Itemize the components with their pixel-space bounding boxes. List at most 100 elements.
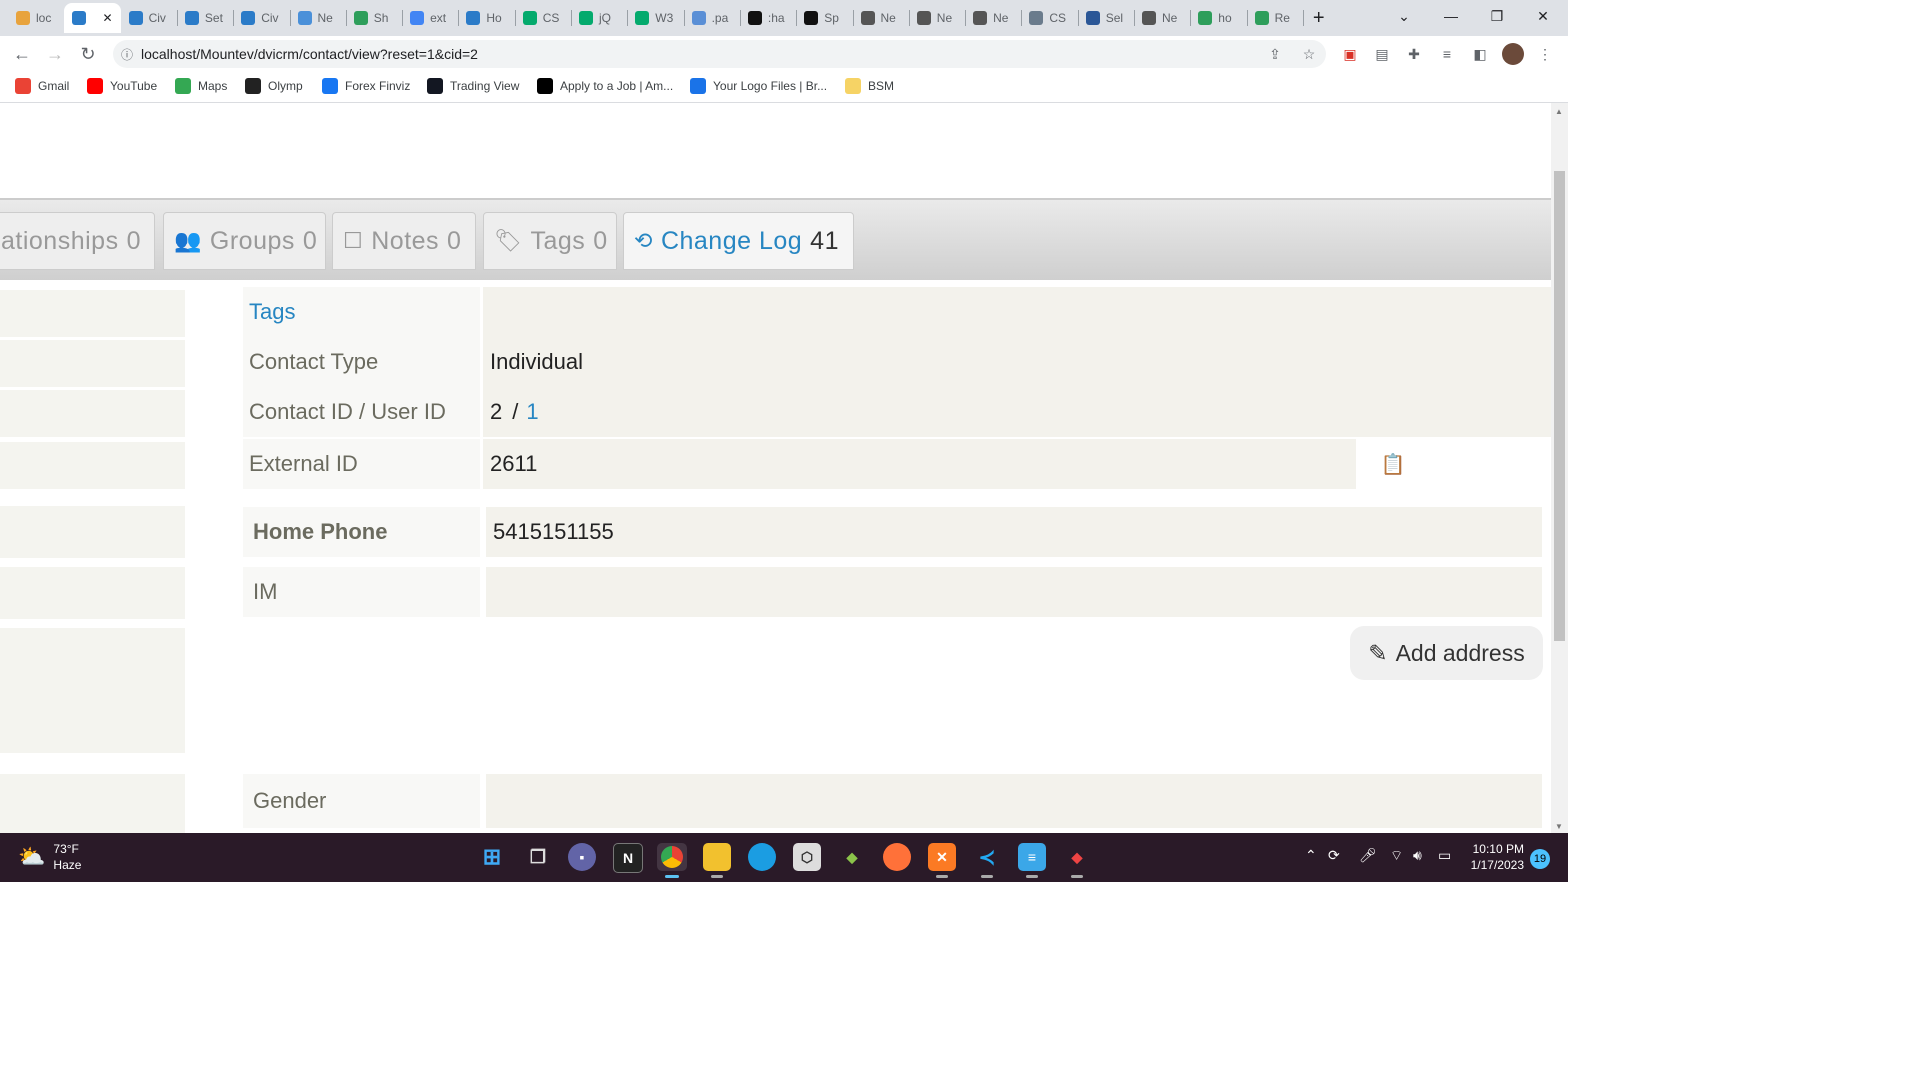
- chrome-taskbar-icon[interactable]: [657, 843, 687, 871]
- browser-menu-icon[interactable]: ⋮: [1533, 42, 1557, 66]
- volume-icon[interactable]: 🔊︎: [1413, 847, 1422, 864]
- tab-favicon-icon: [1198, 11, 1213, 25]
- microphone-icon[interactable]: 🎤︎: [1359, 847, 1377, 864]
- browser-tab[interactable]: :ha: [740, 3, 796, 33]
- bookmark-item[interactable]: Your Logo Files | Br...: [690, 78, 827, 94]
- url-text[interactable]: localhost/Mountev/dvicrm/contact/view?re…: [141, 46, 478, 62]
- start-button[interactable]: ⊞: [478, 843, 506, 871]
- browser-tab[interactable]: Ne: [909, 3, 965, 33]
- file-explorer-icon[interactable]: [703, 843, 731, 871]
- browser-tab[interactable]: .pa: [684, 3, 740, 33]
- browser-tab[interactable]: jQ: [571, 3, 627, 33]
- notion-icon[interactable]: N: [613, 843, 643, 873]
- edge-icon[interactable]: [748, 843, 776, 871]
- browser-tab[interactable]: CS: [515, 3, 571, 33]
- browser-tab[interactable]: loc: [8, 3, 64, 33]
- user-id-link[interactable]: 1: [526, 399, 538, 425]
- minimize-button[interactable]: —: [1428, 0, 1474, 32]
- bookmark-item[interactable]: Apply to a Job | Am...: [537, 78, 673, 94]
- firefox-icon[interactable]: [883, 843, 911, 871]
- bookmark-item[interactable]: YouTube: [87, 78, 157, 94]
- bookmark-item[interactable]: Forex Finviz: [322, 78, 410, 94]
- extensions-puzzle-icon[interactable]: ✚: [1402, 42, 1426, 66]
- home-phone-value[interactable]: 5415151155: [486, 507, 1542, 557]
- tab-favicon-icon: [184, 11, 199, 25]
- reload-button[interactable]: ↻: [74, 40, 102, 68]
- scrollbar-thumb[interactable]: [1554, 171, 1565, 641]
- contact-tab-change-log[interactable]: ⟲ Change Log 41: [623, 212, 854, 270]
- contact-tab-ationships[interactable]: ationships 0: [0, 212, 155, 270]
- bookmark-item[interactable]: Trading View: [427, 78, 519, 94]
- wifi-icon[interactable]: ⌔: [1390, 847, 1403, 865]
- bookmark-favicon-icon: [537, 78, 553, 94]
- weather-widget[interactable]: ⛅ 73°F Haze: [18, 841, 81, 873]
- media-controls-icon[interactable]: ≡: [1435, 42, 1459, 66]
- browser-tab[interactable]: Civ: [121, 3, 177, 33]
- forward-button[interactable]: →: [41, 40, 69, 68]
- bookmark-label: Maps: [198, 79, 228, 93]
- bookmark-item[interactable]: BSM: [845, 78, 894, 94]
- add-address-button[interactable]: ✎ Add address: [1350, 626, 1543, 680]
- tab-close-icon[interactable]: ✕: [103, 11, 113, 25]
- bookmark-item[interactable]: Olymp: [245, 78, 303, 94]
- clock[interactable]: 10:10 PM 1/17/2023: [1466, 841, 1524, 873]
- xampp-icon[interactable]: ✕: [928, 843, 956, 871]
- notification-badge[interactable]: 19: [1530, 849, 1550, 869]
- browser-tab[interactable]: Ho: [458, 3, 514, 33]
- browser-tab[interactable]: Re: [1247, 3, 1303, 33]
- teams-chat-icon[interactable]: ▪: [568, 843, 596, 871]
- browser-tab[interactable]: Sp: [796, 3, 852, 33]
- contact-tab-tags[interactable]: 🏷 Tags 0: [483, 212, 617, 270]
- browser-tab[interactable]: Ne: [965, 3, 1021, 33]
- tab-search-button[interactable]: ⌄: [1381, 0, 1427, 32]
- notepad-icon[interactable]: ≡: [1018, 843, 1046, 871]
- back-button[interactable]: ←: [8, 40, 36, 68]
- tab-title: Ne: [317, 11, 333, 25]
- vscode-icon[interactable]: ≺: [973, 843, 1001, 871]
- extension-doc-icon[interactable]: ▤: [1370, 42, 1394, 66]
- git-gui-icon[interactable]: ◆: [1063, 843, 1091, 871]
- browser-tab[interactable]: Set: [177, 3, 233, 33]
- browser-tab[interactable]: Sh: [346, 3, 402, 33]
- browser-tab-active[interactable]: ✕: [64, 3, 121, 33]
- browser-tab[interactable]: Ne: [290, 3, 346, 33]
- tray-chevron-icon[interactable]: ⌃: [1305, 847, 1317, 864]
- battery-icon[interactable]: ▭: [1438, 847, 1451, 864]
- side-panel-icon[interactable]: ◧: [1468, 42, 1492, 66]
- browser-tab[interactable]: CS: [1021, 3, 1077, 33]
- new-tab-button[interactable]: +: [1305, 3, 1333, 33]
- task-view-icon[interactable]: ❐: [524, 843, 552, 871]
- sync-icon[interactable]: ⟳: [1328, 847, 1340, 864]
- share-icon[interactable]: ⇪: [1263, 42, 1287, 66]
- copy-icon[interactable]: 📋: [1373, 439, 1413, 489]
- bookmark-item[interactable]: Maps: [175, 78, 227, 94]
- tab-favicon-icon: [747, 11, 762, 25]
- tab-favicon-icon: [1029, 11, 1044, 25]
- bookmark-star-icon[interactable]: ☆: [1297, 42, 1321, 66]
- close-window-button[interactable]: ✕: [1520, 0, 1566, 32]
- restore-button[interactable]: ❐: [1474, 0, 1520, 32]
- tab-favicon-icon: [579, 11, 593, 25]
- browser-tab[interactable]: Ne: [853, 3, 909, 33]
- browser-tab[interactable]: Ne: [1134, 3, 1190, 33]
- scroll-up-arrow[interactable]: ▲: [1555, 107, 1563, 116]
- browser-tab[interactable]: Civ: [233, 3, 289, 33]
- browser-tab[interactable]: W3: [627, 3, 683, 33]
- address-bar[interactable]: ⓘ localhost/Mountev/dvicrm/contact/view?…: [113, 40, 1326, 68]
- profile-avatar[interactable]: [1501, 42, 1525, 66]
- page-scrollbar[interactable]: ▲ ▼: [1551, 103, 1568, 833]
- vm-icon[interactable]: ⬡: [793, 843, 821, 871]
- scroll-down-arrow[interactable]: ▼: [1555, 822, 1563, 831]
- git-client-icon[interactable]: ◆: [838, 843, 866, 871]
- browser-tab[interactable]: Sel: [1078, 3, 1134, 33]
- contact-tab-notes[interactable]: ☐ Notes 0: [332, 212, 476, 270]
- tags-label[interactable]: Tags: [243, 287, 480, 337]
- contact-tab-label: Notes: [371, 226, 440, 255]
- site-info-icon[interactable]: ⓘ: [113, 46, 141, 63]
- browser-tab[interactable]: ext: [402, 3, 458, 33]
- tab-separator: [1302, 10, 1304, 26]
- browser-tab[interactable]: ho: [1190, 3, 1246, 33]
- bookmark-item[interactable]: Gmail: [15, 78, 69, 94]
- extension-red-icon[interactable]: ▣: [1338, 42, 1362, 66]
- contact-tab-groups[interactable]: 👥 Groups 0: [163, 212, 326, 270]
